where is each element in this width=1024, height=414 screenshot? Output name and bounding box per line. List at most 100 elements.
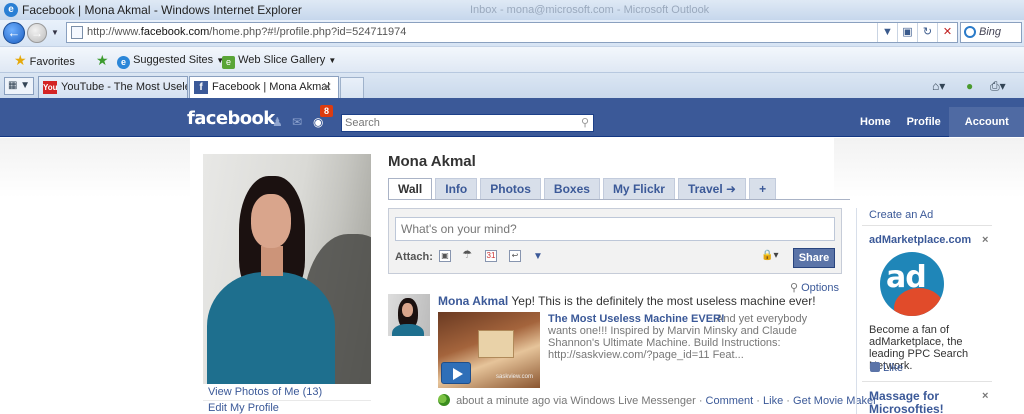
background-window-title: Inbox - mona@microsoft.com - Microsoft O…: [470, 4, 710, 16]
avatar-face: [402, 303, 413, 317]
play-icon[interactable]: [441, 362, 471, 384]
tab-youtube-label: YouTube - The Most Usele...: [61, 81, 188, 93]
close-tab-icon[interactable]: ✕: [322, 77, 332, 98]
comment-link[interactable]: Comment: [706, 395, 754, 407]
add-favorite-button[interactable]: ★: [96, 47, 109, 75]
facebook-favicon: f: [194, 81, 208, 94]
forward-button[interactable]: →: [27, 23, 47, 43]
story-author-link[interactable]: Mona Akmal: [438, 294, 508, 308]
add-to-favorites-icon: ★: [96, 52, 109, 68]
back-button[interactable]: ←: [3, 22, 25, 44]
tab-travel[interactable]: Travel ➜: [677, 178, 747, 199]
print-icon[interactable]: ⎙▾: [990, 76, 1006, 96]
video-thumbnail[interactable]: saskview.com: [438, 312, 540, 388]
web-slice-gallery-link[interactable]: e Web Slice Gallery ▼: [222, 47, 336, 74]
profile-picture-links: View Photos of Me (13) Edit My Profile: [203, 385, 371, 414]
ad-title[interactable]: adMarketplace.com: [869, 234, 971, 246]
compatibility-view-icon[interactable]: ▣: [897, 23, 917, 42]
web-slice-gallery-label: Web Slice Gallery: [238, 54, 326, 66]
search-placeholder: Search: [345, 117, 380, 129]
notifications-icon[interactable]: ◉: [313, 115, 323, 129]
ad-logo-text: ad: [886, 260, 927, 295]
options-label: Options: [801, 282, 840, 294]
account-menu[interactable]: Account ▾: [948, 107, 1024, 158]
thumb-watermark: saskview.com: [496, 374, 534, 380]
friend-requests-icon[interactable]: ♟: [272, 115, 283, 129]
attach-video-icon[interactable]: ☂: [461, 250, 473, 262]
attach-label: Attach:: [395, 251, 433, 263]
profile-name: Mona Akmal: [388, 153, 476, 170]
windows-live-messenger-icon: [438, 394, 450, 406]
profile-link[interactable]: Profile: [899, 107, 949, 137]
search-icon[interactable]: ⚲: [581, 115, 589, 131]
recent-pages-dropdown-icon[interactable]: ▼: [51, 28, 59, 37]
feeds-icon[interactable]: ●: [966, 76, 973, 96]
avatar-body: [392, 324, 424, 336]
edit-profile-link[interactable]: Edit My Profile: [203, 401, 371, 414]
get-movie-maker-link[interactable]: Get Movie Maker: [793, 395, 877, 407]
browser-tabbar: ▦ ▼ You YouTube - The Most Usele... f Fa…: [0, 72, 1024, 99]
feed-options-link[interactable]: ⚲ Options: [790, 281, 839, 294]
attach-link-icon[interactable]: ↩: [509, 250, 521, 262]
refresh-icon[interactable]: ↻: [917, 23, 937, 42]
window-title: Facebook | Mona Akmal - Windows Internet…: [22, 3, 302, 17]
story-timestamp: about a minute ago via Windows Live Mess…: [456, 395, 696, 407]
photo-face: [251, 194, 291, 248]
quick-tabs-button[interactable]: ▦ ▼: [4, 77, 34, 95]
tab-youtube[interactable]: You YouTube - The Most Usele...: [38, 76, 188, 99]
home-link[interactable]: Home: [852, 107, 899, 137]
profile-picture[interactable]: [203, 154, 371, 384]
tab-photos[interactable]: Photos: [480, 178, 541, 199]
tab-facebook[interactable]: f Facebook | Mona Akmal ✕: [189, 76, 339, 99]
account-label: Account: [964, 116, 1009, 128]
address-bar[interactable]: http://www.facebook.com/home.php?#!/prof…: [66, 22, 958, 43]
browser-navbar: ← → ▼ http://www.facebook.com/home.php?#…: [0, 20, 1024, 46]
suggested-sites-label: Suggested Sites: [133, 54, 214, 66]
attach-event-icon[interactable]: 31: [485, 250, 497, 262]
favorites-button[interactable]: ★ Favorites: [14, 47, 75, 75]
like-link[interactable]: Like: [763, 395, 783, 407]
video-title-link[interactable]: The Most Useless Machine EVER!: [548, 313, 725, 325]
view-photos-link[interactable]: View Photos of Me (13): [203, 385, 371, 401]
stop-icon[interactable]: ✕: [937, 23, 957, 42]
attach-photo-icon[interactable]: ▣: [439, 250, 451, 262]
ad-logo-image[interactable]: ad: [880, 252, 944, 316]
separator: ·: [756, 395, 760, 407]
ie-icon: e: [117, 56, 130, 69]
ad-like-button[interactable]: Like: [870, 362, 903, 374]
options-search-icon: ⚲: [790, 282, 799, 294]
more-attachments-chevron-icon[interactable]: ▼: [533, 251, 543, 262]
tab-my-flickr[interactable]: My Flickr: [602, 178, 675, 199]
ad-title[interactable]: Massage for Microsofties!: [869, 390, 989, 414]
home-icon[interactable]: ⌂▾: [932, 76, 945, 96]
share-button[interactable]: Share: [793, 248, 835, 268]
create-ad-link[interactable]: Create an Ad: [869, 209, 933, 221]
address-dropdown-icon[interactable]: ▼: [877, 23, 897, 42]
bing-icon: [964, 26, 976, 38]
tab-info[interactable]: Info: [435, 178, 478, 199]
tab-boxes[interactable]: Boxes: [543, 178, 600, 199]
left-gutter: [0, 138, 190, 198]
close-ad-icon[interactable]: ×: [982, 390, 988, 402]
search-box[interactable]: Bing: [960, 22, 1022, 43]
chevron-down-icon: ▼: [328, 56, 337, 65]
tab-travel-label: Travel: [687, 182, 723, 196]
right-column-divider: [856, 208, 857, 414]
tab-wall[interactable]: Wall: [388, 178, 433, 199]
thumb-box: [478, 330, 514, 358]
facebook-top-nav: Home Profile Account ▾: [852, 107, 1024, 158]
facebook-logo[interactable]: facebook: [187, 108, 275, 129]
privacy-lock-icon[interactable]: 🔒▾: [761, 250, 778, 261]
status-composer: What's on your mind? Attach: ▣ ☂ 31 ↩ ▼ …: [388, 208, 842, 274]
status-input[interactable]: What's on your mind?: [395, 217, 835, 241]
close-ad-icon[interactable]: ×: [982, 234, 988, 246]
star-icon: ★: [14, 52, 27, 68]
suggested-sites-link[interactable]: e Suggested Sites ▼: [117, 47, 224, 74]
new-tab-button[interactable]: [340, 77, 364, 98]
story-author-avatar[interactable]: [388, 294, 430, 336]
messages-icon[interactable]: ✉: [292, 115, 302, 129]
profile-tabs: Wall Info Photos Boxes My Flickr Travel …: [388, 178, 779, 199]
facebook-search-input[interactable]: Search ⚲: [341, 114, 594, 132]
notification-count-badge: 8: [320, 105, 333, 117]
add-tab-button[interactable]: +: [749, 178, 777, 199]
